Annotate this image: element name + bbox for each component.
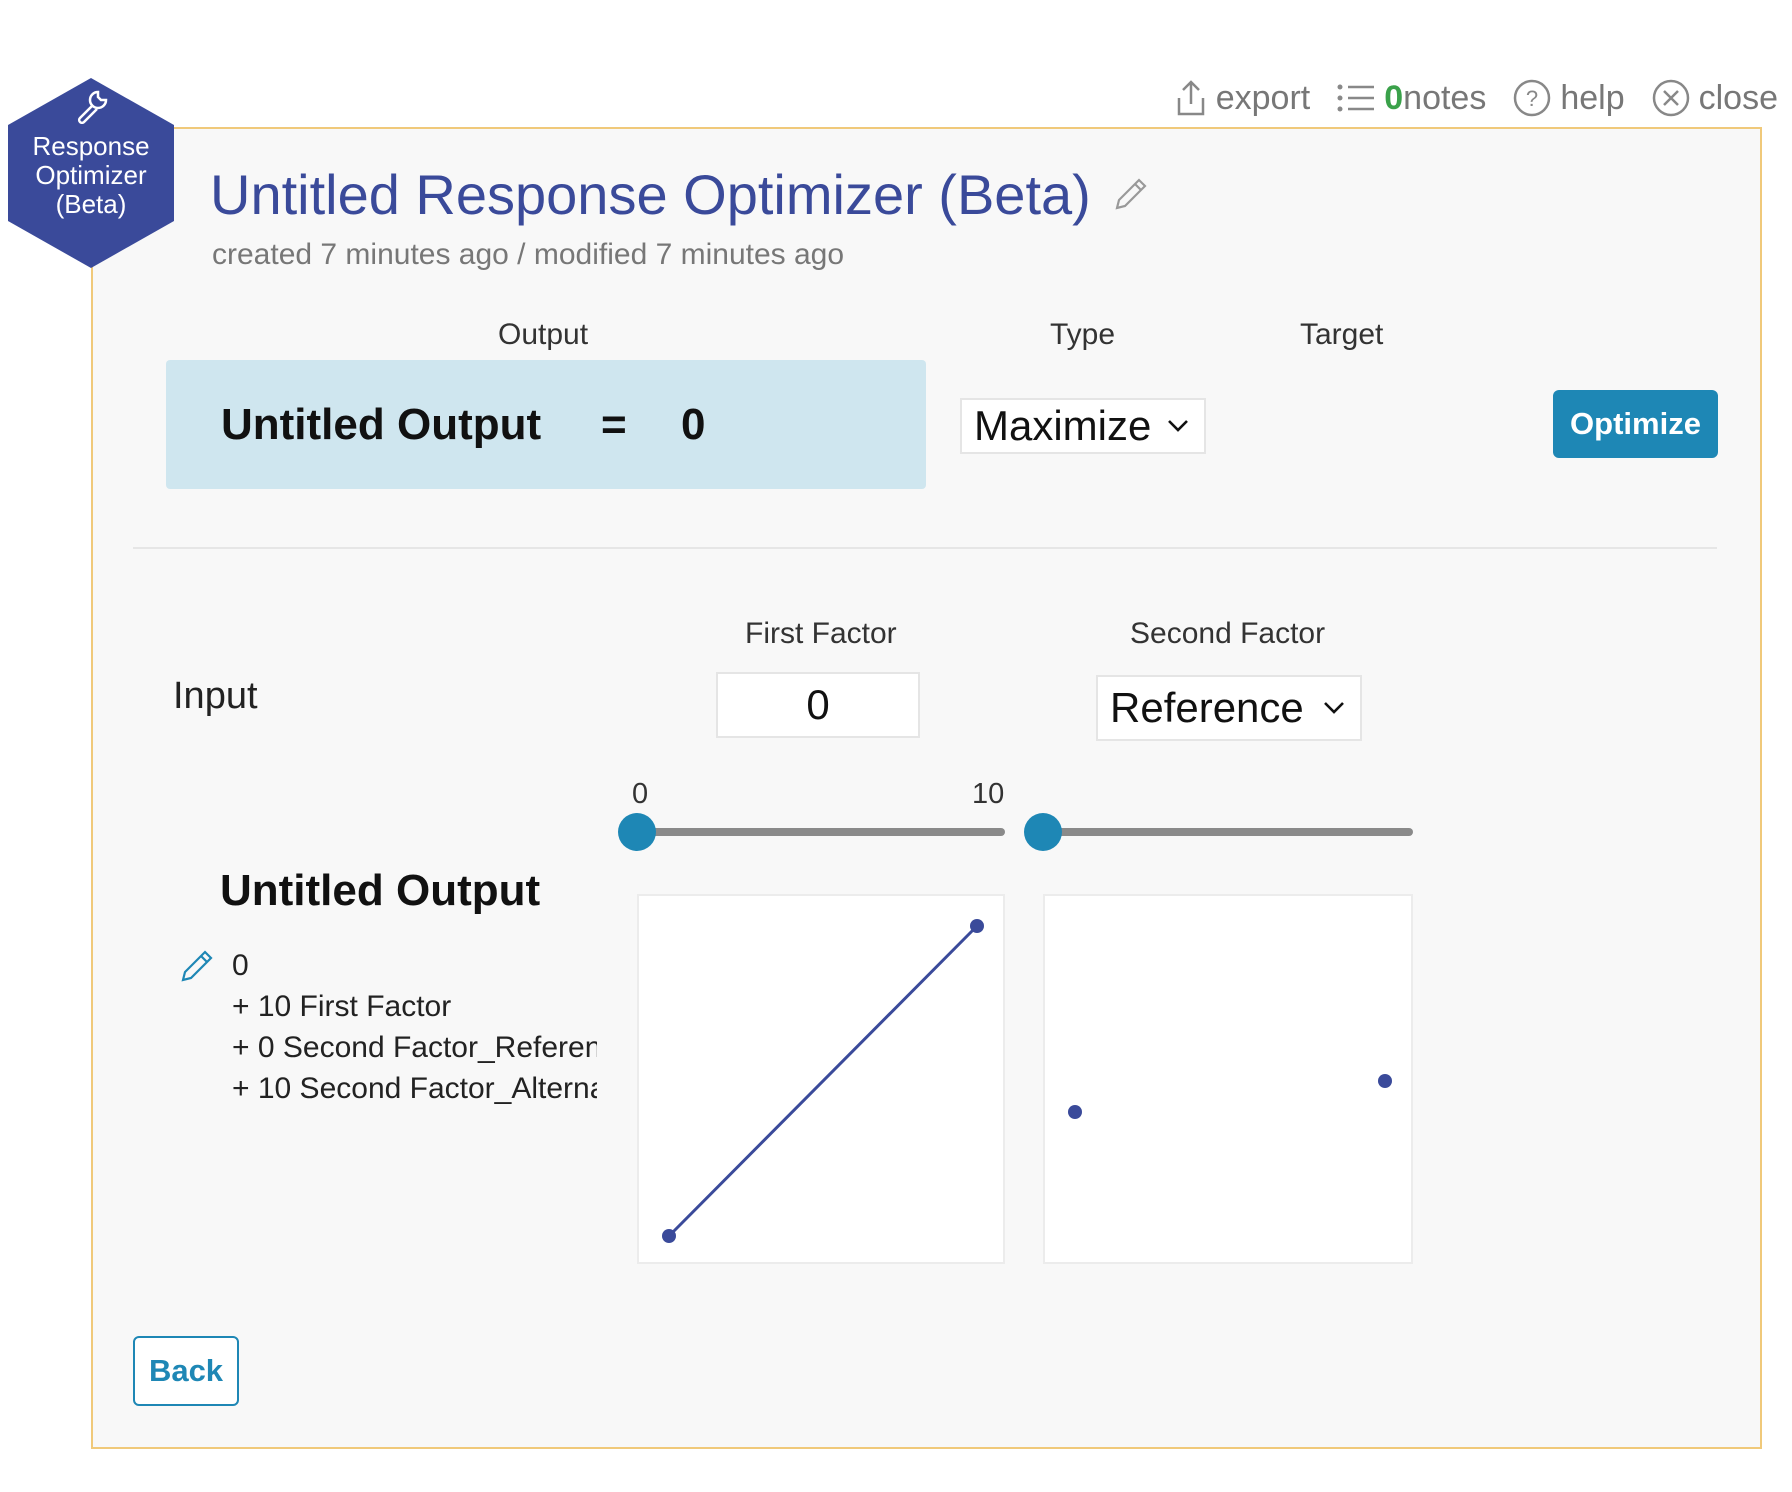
- second-factor-select[interactable]: Reference: [1096, 675, 1362, 741]
- optimize-button[interactable]: Optimize: [1553, 390, 1718, 458]
- close-label: close: [1698, 78, 1778, 117]
- input-label: Input: [173, 675, 258, 717]
- chevron-down-icon: [1324, 702, 1344, 714]
- first-factor-min-tick: 0: [632, 778, 649, 810]
- badge-label: Response Optimizer (Beta): [8, 132, 174, 219]
- section-divider: [133, 547, 1717, 549]
- data-point: [662, 1229, 676, 1243]
- model-term: 0: [232, 949, 249, 982]
- badge-line-2: Optimizer: [35, 160, 147, 190]
- target-column-label: Target: [1300, 318, 1384, 351]
- help-label: help: [1560, 78, 1625, 117]
- output-name: Untitled Output: [221, 399, 542, 449]
- list-icon: [1337, 84, 1375, 112]
- notes-button[interactable]: 0notes: [1336, 79, 1486, 118]
- second-factor-plot-svg: [1068, 1074, 1392, 1119]
- top-toolbar: export 0notes ? help close: [1174, 70, 1778, 126]
- export-icon: [1177, 80, 1204, 116]
- second-factor-slider-track[interactable]: [1043, 828, 1413, 836]
- help-icon: ?: [1514, 79, 1551, 117]
- first-factor-input[interactable]: 0: [716, 672, 920, 738]
- chevron-down-icon: [1168, 420, 1188, 432]
- equals-sign: =: [601, 399, 627, 449]
- close-button[interactable]: close: [1651, 78, 1778, 118]
- edit-title-pencil-icon[interactable]: [1109, 174, 1151, 216]
- page-subtitle: created 7 minutes ago / modified 7 minut…: [212, 238, 845, 271]
- notes-count: 0: [1384, 78, 1404, 117]
- badge-line-3: (Beta): [55, 189, 127, 219]
- wrench-icon: [77, 90, 108, 124]
- back-button[interactable]: Back: [133, 1336, 239, 1406]
- tool-badge: Response Optimizer (Beta): [8, 78, 174, 268]
- help-button[interactable]: ? help: [1512, 78, 1625, 118]
- first-factor-max-tick: 10: [972, 778, 1005, 810]
- notes-label: notes: [1403, 78, 1487, 117]
- edit-model-pencil-icon[interactable]: [178, 946, 216, 986]
- first-factor-slider-handle[interactable]: [618, 813, 656, 851]
- first-factor-plot: [637, 894, 1005, 1264]
- output-column-label: Output: [498, 318, 589, 351]
- title-row: Untitled Response Optimizer (Beta): [210, 162, 1151, 227]
- series-line: [667, 924, 979, 1238]
- first-factor-label: First Factor: [745, 617, 897, 650]
- data-point: [970, 919, 984, 933]
- second-factor-plot: [1043, 894, 1413, 1264]
- badge-line-1: Response: [32, 131, 150, 161]
- second-factor-slider-handle[interactable]: [1024, 813, 1062, 851]
- page-title: Untitled Response Optimizer (Beta): [210, 163, 1091, 226]
- model-formula: 0 + 10 First Factor + 0 Second Factor_Re…: [232, 945, 597, 1109]
- type-column-label: Type: [1050, 318, 1116, 351]
- export-button[interactable]: export: [1174, 78, 1311, 118]
- second-factor-label: Second Factor: [1130, 617, 1326, 650]
- model-heading: Untitled Output: [220, 866, 541, 915]
- type-select[interactable]: Maximize: [960, 398, 1206, 454]
- second-factor-selected-value: Reference: [1110, 684, 1304, 731]
- export-label: export: [1215, 78, 1311, 117]
- first-factor-plot-svg: [662, 919, 984, 1243]
- svg-text:?: ?: [1526, 86, 1538, 111]
- output-equation: Untitled Output = 0: [166, 360, 926, 489]
- model-term: + 10 Second Factor_Alterna: [232, 1072, 597, 1105]
- model-term: + 10 First Factor: [232, 990, 452, 1023]
- data-point: [1068, 1105, 1082, 1119]
- data-point: [1378, 1074, 1392, 1088]
- model-term: + 0 Second Factor_Referen: [232, 1031, 597, 1064]
- first-factor-slider-track[interactable]: [637, 828, 1005, 836]
- close-icon: [1652, 79, 1689, 117]
- output-value: 0: [681, 399, 706, 449]
- type-selected-value: Maximize: [974, 402, 1152, 449]
